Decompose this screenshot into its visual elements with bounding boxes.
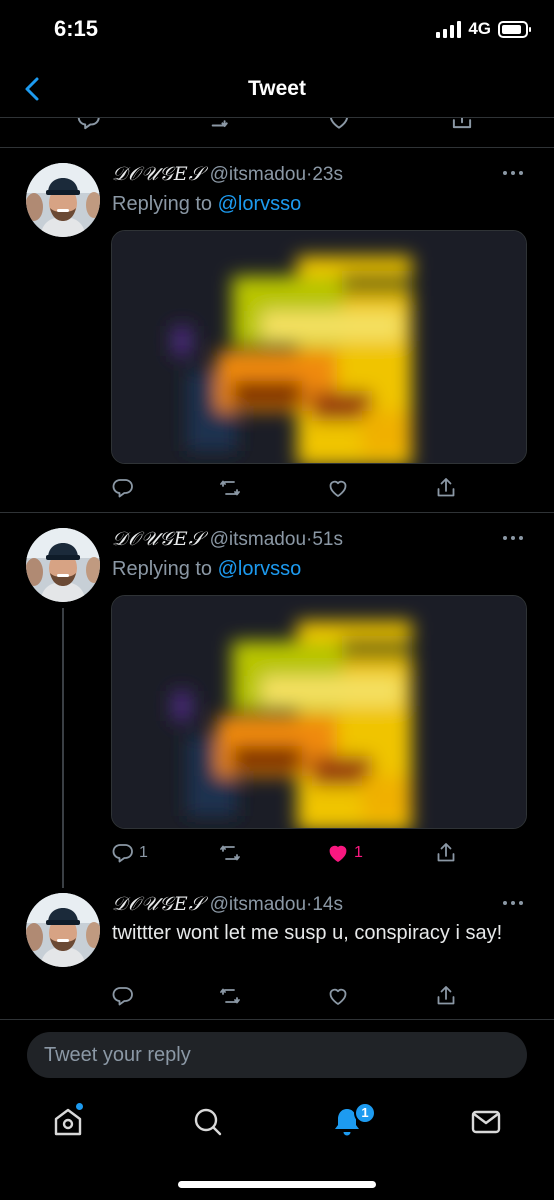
tweet-header: 𝒟𝒪𝒰𝒢𝐸𝒮 @itsmadou·51s bbox=[112, 528, 343, 551]
share-icon bbox=[434, 476, 458, 500]
search-icon bbox=[194, 1108, 222, 1136]
heart-icon bbox=[326, 476, 350, 500]
notification-badge: 1 bbox=[354, 1102, 376, 1124]
retweet-icon[interactable] bbox=[204, 118, 230, 132]
tweet-actions bbox=[0, 476, 554, 502]
handle[interactable]: @itsmadou bbox=[210, 894, 306, 915]
status-time: 6:15 bbox=[54, 16, 99, 41]
tab-bar bbox=[0, 1096, 554, 1156]
signal-icon bbox=[436, 20, 462, 38]
display-name[interactable]: 𝒟𝒪𝒰𝒢𝐸𝒮 bbox=[112, 163, 204, 185]
mail-icon bbox=[471, 1110, 501, 1134]
battery-icon bbox=[498, 20, 531, 38]
more-icon[interactable] bbox=[502, 170, 524, 176]
share-icon[interactable] bbox=[449, 118, 475, 132]
tweet-header: 𝒟𝒪𝒰𝒢𝐸𝒮 @itsmadou·14s bbox=[112, 893, 343, 916]
reply-bar bbox=[27, 1032, 527, 1078]
retweet-button[interactable] bbox=[218, 476, 242, 500]
previous-tweet-actions bbox=[0, 118, 554, 148]
avatar[interactable] bbox=[26, 163, 100, 237]
tweet-header: 𝒟𝒪𝒰𝒢𝐸𝒮 @itsmadou·23s bbox=[112, 163, 343, 186]
reply-icon bbox=[111, 476, 135, 500]
home-indicator[interactable] bbox=[178, 1181, 376, 1188]
retweet-button[interactable] bbox=[218, 841, 242, 865]
reply-count: 1 bbox=[139, 844, 148, 861]
like-button[interactable] bbox=[326, 476, 354, 500]
reply-input[interactable] bbox=[27, 1032, 527, 1078]
handle[interactable]: @itsmadou bbox=[210, 164, 306, 185]
like-count: 1 bbox=[354, 844, 363, 861]
tab-messages[interactable] bbox=[466, 1102, 506, 1142]
more-icon[interactable] bbox=[502, 535, 524, 541]
tweet-actions: 1 1 bbox=[0, 841, 554, 867]
timestamp: 14s bbox=[312, 894, 343, 915]
share-icon bbox=[434, 984, 458, 1008]
network-type: 4G bbox=[468, 19, 491, 38]
share-button[interactable] bbox=[434, 984, 458, 1008]
like-button[interactable]: 1 bbox=[326, 841, 363, 865]
replying-prefix: Replying to bbox=[112, 558, 213, 580]
retweet-icon bbox=[218, 476, 242, 500]
tweet-media[interactable] bbox=[111, 595, 527, 829]
nav-header: Tweet bbox=[0, 60, 554, 118]
timestamp: 51s bbox=[312, 529, 343, 550]
avatar[interactable] bbox=[26, 528, 100, 602]
share-button[interactable] bbox=[434, 476, 458, 500]
tweet-actions bbox=[0, 984, 554, 1010]
reply-button[interactable] bbox=[111, 984, 135, 1008]
tab-search[interactable] bbox=[188, 1102, 228, 1142]
tweet[interactable]: 𝒟𝒪𝒰𝒢𝐸𝒮 @itsmadou·23s Replying to @lorvss… bbox=[0, 149, 554, 513]
mention-link[interactable]: @lorvsso bbox=[218, 193, 302, 215]
avatar[interactable] bbox=[26, 893, 100, 967]
replying-to: Replying to @lorvsso bbox=[112, 558, 301, 581]
share-icon bbox=[434, 841, 458, 865]
heart-filled-icon bbox=[326, 841, 350, 865]
reply-icon bbox=[111, 984, 135, 1008]
replying-prefix: Replying to bbox=[112, 193, 213, 215]
new-content-dot bbox=[76, 1103, 83, 1110]
status-indicators: 4G bbox=[436, 19, 531, 39]
heart-icon bbox=[326, 984, 350, 1008]
status-bar: 6:15 4G bbox=[0, 0, 554, 60]
reply-icon bbox=[111, 841, 135, 865]
display-name[interactable]: 𝒟𝒪𝒰𝒢𝐸𝒮 bbox=[112, 893, 204, 915]
heart-icon[interactable] bbox=[326, 118, 352, 132]
retweet-icon bbox=[218, 841, 242, 865]
retweet-button[interactable] bbox=[218, 984, 242, 1008]
tweet[interactable]: 𝒟𝒪𝒰𝒢𝐸𝒮 @itsmadou·51s Replying to @lorvss… bbox=[0, 514, 554, 888]
like-button[interactable] bbox=[326, 984, 350, 1008]
share-button[interactable] bbox=[434, 841, 458, 865]
reply-button[interactable]: 1 bbox=[111, 841, 148, 865]
more-icon[interactable] bbox=[502, 900, 524, 906]
mention-link[interactable]: @lorvsso bbox=[218, 558, 302, 580]
tweet-media[interactable] bbox=[111, 230, 527, 464]
tweet-text: twittter wont let me susp u, conspiracy … bbox=[112, 922, 503, 944]
handle[interactable]: @itsmadou bbox=[210, 529, 306, 550]
page-title: Tweet bbox=[248, 77, 306, 100]
display-name[interactable]: 𝒟𝒪𝒰𝒢𝐸𝒮 bbox=[112, 528, 204, 550]
reply-button[interactable] bbox=[111, 476, 139, 500]
timestamp: 23s bbox=[312, 164, 343, 185]
reply-icon[interactable] bbox=[76, 118, 102, 132]
retweet-icon bbox=[218, 984, 242, 1008]
tweet[interactable]: 𝒟𝒪𝒰𝒢𝐸𝒮 @itsmadou·14s twittter wont let m… bbox=[0, 879, 554, 1020]
replying-to: Replying to @lorvsso bbox=[112, 193, 301, 216]
